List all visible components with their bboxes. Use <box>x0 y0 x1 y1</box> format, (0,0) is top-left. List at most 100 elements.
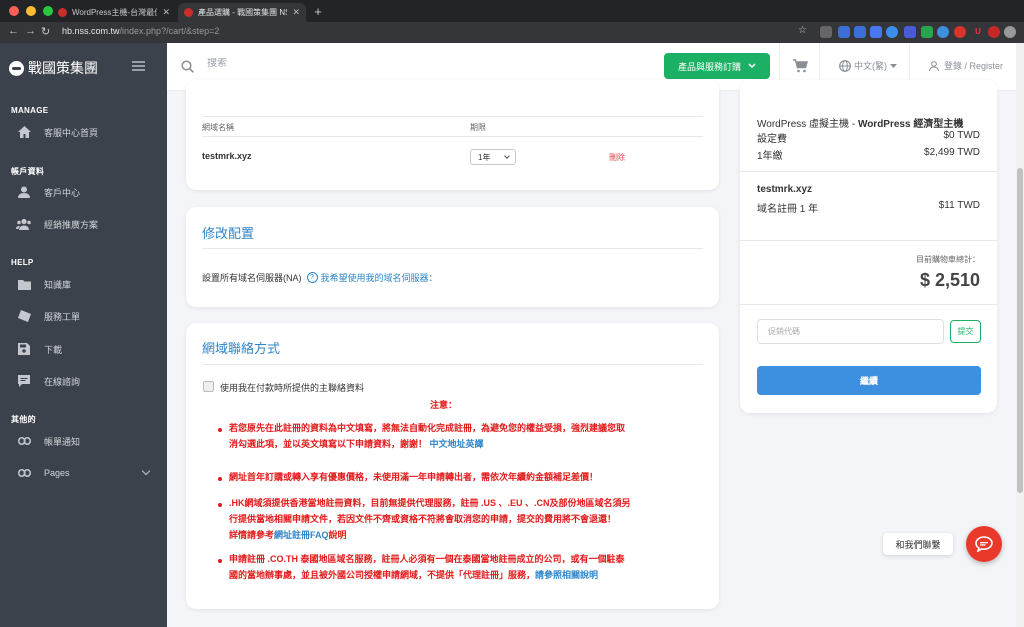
language-selector[interactable]: 中文(繁) <box>839 59 897 72</box>
help-icon[interactable]: ? <box>306 272 318 283</box>
total-label: 目前購物車總計： <box>916 255 980 264</box>
chinese-address-translation-link[interactable]: 中文地址英譯 <box>430 439 484 449</box>
new-tab-icon[interactable]: + <box>311 4 325 19</box>
custom-nameserver-link[interactable]: 我希望使用我的域名伺服器： <box>321 271 438 284</box>
nameserver-row: 設置所有域名伺服器(NA) ? 我希望使用我的域名伺服器： <box>202 271 438 284</box>
annual-fee-row: 1年繳 $2,499 TWD <box>757 147 980 162</box>
contact-us-label[interactable]: 和我們聯繫 <box>883 533 953 555</box>
extension-icon[interactable] <box>870 26 882 38</box>
sidebar-item-tickets[interactable]: 服務工單 <box>0 305 167 327</box>
notice-item: 申請註冊 .CO.TH 泰國地區域名服務，註冊人必須有一個在泰國當地註冊成立的公… <box>229 554 625 580</box>
sidebar-item-live-chat[interactable]: 在線諮詢 <box>0 370 167 392</box>
product-name: WordPress 虛擬主機 - WordPress 經濟型主機 <box>757 119 964 130</box>
divider <box>202 364 703 365</box>
extension-icon[interactable] <box>921 26 933 38</box>
notice-item: 網址首年訂購或轉入享有優惠價格，未使用滿一年申請轉出者，需依次年續約金額補足差價… <box>229 472 599 482</box>
browser-tab-active[interactable]: 產品選購 - 戰國策集團 NSS Gro ✕ <box>178 3 306 22</box>
config-card: 修改配置 設置所有域名伺服器(NA) ? 我希望使用我的域名伺服器： <box>186 207 719 307</box>
scrollbar-thumb[interactable] <box>1017 168 1023 493</box>
favicon-icon <box>58 8 67 17</box>
order-services-button[interactable]: 產品與服務訂購 <box>664 53 770 79</box>
url-field[interactable]: hb.nss.com.tw/index.php?/cart/&step=2 <box>62 26 219 36</box>
menu-toggle-icon[interactable] <box>132 61 145 71</box>
brand-logo[interactable]: 戰國策集團 <box>9 58 98 78</box>
sidebar-section-account: 帳戶資料 <box>11 167 45 176</box>
link-icon <box>16 469 32 477</box>
chevron-down-icon <box>504 153 510 159</box>
home-icon <box>16 126 32 138</box>
caret-down-icon <box>890 63 897 68</box>
notice-item: 若您原先在此註冊的資料為中文填寫，將無法自動化完成註冊，為避免您的權益受損，強烈… <box>229 423 626 449</box>
login-register-link[interactable]: 登錄 / Register <box>929 59 1003 72</box>
browser-tab[interactable]: WordPress主機-台灣最佳WordP ✕ <box>52 3 176 22</box>
favicon-icon <box>184 8 193 17</box>
extension-icon[interactable]: U <box>972 26 984 38</box>
sidebar-item-affiliates[interactable]: 經銷推廣方案 <box>0 213 167 235</box>
logo-icon <box>9 60 24 76</box>
profile-avatar[interactable] <box>1004 26 1016 38</box>
sidebar-item-client-center[interactable]: 客戶中心 <box>0 181 167 203</box>
chevron-down-icon <box>141 466 151 476</box>
divider <box>740 304 997 305</box>
domain-fee-row: 域名註冊 1 年 $11 TWD <box>757 200 980 215</box>
browser-titlebar: WordPress主機-台灣最佳WordP ✕ 產品選購 - 戰國策集團 NSS… <box>0 0 1024 22</box>
domain-list-card: 網域名稱 期限 testmrk.xyz 1年 刪除 <box>186 80 719 190</box>
sidebar-item-pages[interactable]: Pages <box>0 462 167 484</box>
shopping-cart-icon[interactable] <box>793 59 808 78</box>
card-title: 修改配置 <box>202 226 255 241</box>
delete-domain-link[interactable]: 刪除 <box>609 152 625 163</box>
card-title: 網域聯絡方式 <box>202 341 281 356</box>
divider <box>740 171 997 172</box>
notice-item: .HK網域須提供香港當地註冊資料，目前無提供代理服務，註冊 .US 、.EU 、… <box>229 498 631 540</box>
divider <box>740 240 997 241</box>
divider <box>202 248 703 249</box>
bullet <box>218 503 222 507</box>
continue-button[interactable]: 繼續 <box>757 366 981 395</box>
sidebar-item-billing-notice[interactable]: 帳單通知 <box>0 430 167 452</box>
sidebar-item-knowledgebase[interactable]: 知識庫 <box>0 273 167 295</box>
live-chat-button[interactable] <box>966 526 1002 562</box>
bullet <box>218 559 222 563</box>
column-header-period: 期限 <box>470 123 486 132</box>
sidebar-item-home[interactable]: 客服中心首頁 <box>0 121 167 143</box>
bullet <box>218 477 222 481</box>
globe-icon <box>839 59 851 72</box>
folder-icon <box>16 279 32 290</box>
extension-icon[interactable] <box>988 26 1000 38</box>
domain-contact-card: 網域聯絡方式 使用我在付款時所提供的主聯絡資料 注意： 若您原先在此註冊的資料為… <box>186 323 719 609</box>
search-input[interactable] <box>207 58 507 69</box>
checkbox-label: 使用我在付款時所提供的主聯絡資料 <box>220 383 365 393</box>
extension-icon[interactable] <box>937 26 949 38</box>
extension-icon[interactable] <box>886 26 898 38</box>
search-icon <box>181 60 194 78</box>
promo-code-input[interactable]: 促銷代碼 <box>757 319 944 344</box>
back-icon[interactable]: ← <box>8 25 19 37</box>
extension-icon[interactable] <box>820 26 832 38</box>
divider <box>202 136 703 137</box>
forward-icon[interactable]: → <box>25 25 36 37</box>
extension-icon[interactable] <box>904 26 916 38</box>
domain-faq-link[interactable]: 網址註冊FAQ <box>274 530 329 540</box>
extension-icon[interactable] <box>838 26 850 38</box>
column-header-domain: 網域名稱 <box>202 123 234 132</box>
close-tab-icon[interactable]: ✕ <box>162 7 170 18</box>
promo-submit-button[interactable]: 提交 <box>950 320 981 343</box>
extension-icon[interactable] <box>854 26 866 38</box>
close-window-button[interactable] <box>9 6 19 16</box>
reload-icon[interactable]: ↻ <box>41 25 50 38</box>
sidebar-section-other: 其他的 <box>11 415 36 424</box>
sidebar-section-help: HELP <box>11 258 34 267</box>
save-icon <box>16 343 32 355</box>
user-icon <box>16 186 32 198</box>
bookmark-star-icon[interactable]: ☆ <box>798 25 807 36</box>
summary-domain-name: testmrk.xyz <box>757 184 813 195</box>
use-primary-contact-checkbox[interactable] <box>203 381 214 392</box>
page-scrollbar[interactable] <box>1016 43 1024 627</box>
period-select[interactable]: 1年 <box>470 149 516 165</box>
close-tab-icon[interactable]: ✕ <box>292 7 300 18</box>
sidebar-item-downloads[interactable]: 下載 <box>0 338 167 360</box>
minimize-window-button[interactable] <box>26 6 36 16</box>
extension-icon[interactable] <box>954 26 966 38</box>
thai-domain-info-link[interactable]: 請參照相關說明 <box>535 570 598 580</box>
chat-bubble-icon <box>975 536 993 552</box>
